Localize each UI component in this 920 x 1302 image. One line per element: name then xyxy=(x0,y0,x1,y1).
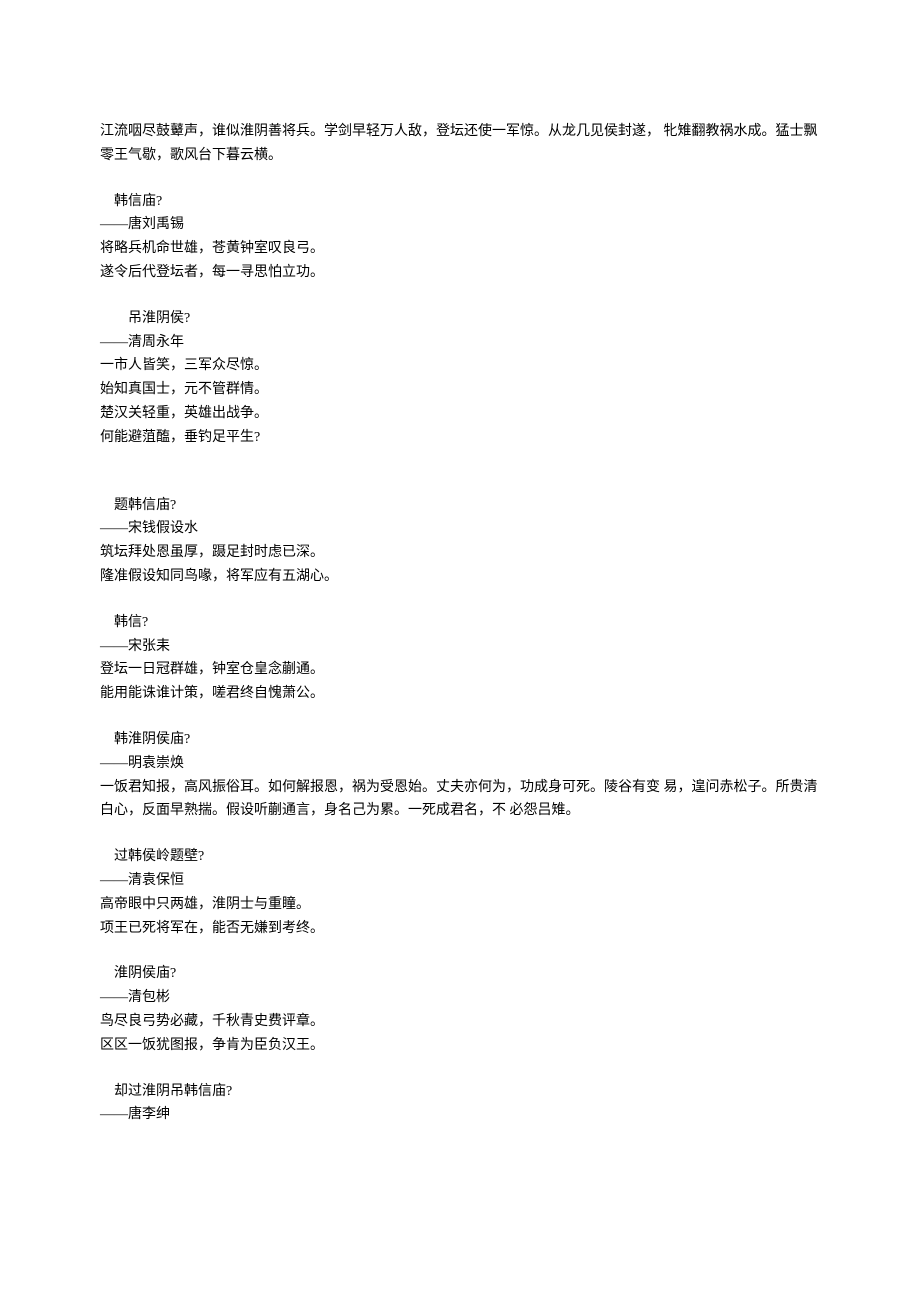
poem-line: 筑坛拜处恩虽厚，蹑足封时虑已深。 xyxy=(100,541,820,565)
poem-author: ——清包彬 xyxy=(100,986,820,1010)
poem-author: ——宋钱假设水 xyxy=(100,517,820,541)
poem-line: 遂令后代登坛者，每一寻思怕立功。 xyxy=(100,261,820,285)
poem-title: 韩信庙? xyxy=(100,190,820,214)
poem-block: 题韩信庙?——宋钱假设水筑坛拜处恩虽厚，蹑足封时虑已深。隆准假设知同鸟喙，将军应… xyxy=(100,494,820,589)
poem-block: 韩信?——宋张耒登坛一日冠群雄，钟室仓皇念蒯通。能用能诛谁计策，嗟君终自愧萧公。 xyxy=(100,611,820,706)
poem-author: ——唐刘禹锡 xyxy=(100,213,820,237)
poem-line: 区区一饭犹图报，争肯为臣负汉王。 xyxy=(100,1034,820,1058)
poem-line: 始知真国士，元不管群情。 xyxy=(100,378,820,402)
poem-title: 淮阴侯庙? xyxy=(100,962,820,986)
poem-line: 一饭君知报，高风振俗耳。如何解报恩，祸为受恩始。丈夫亦何为，功成身可死。陵谷有变… xyxy=(100,776,820,824)
poem-line: 登坛一日冠群雄，钟室仓皇念蒯通。 xyxy=(100,658,820,682)
poem-line: 项王已死将军在，能否无嫌到考终。 xyxy=(100,917,820,941)
poem-author: ——唐李绅 xyxy=(100,1103,820,1127)
intro-paragraph: 江流咽尽鼓鼙声，谁似淮阴善将兵。学剑早轻万人敌，登坛还使一军惊。从龙几见侯封遂，… xyxy=(100,120,820,168)
poem-line: 何能避菹醢，垂钓足平生? xyxy=(100,426,820,450)
poem-title: 韩淮阴侯庙? xyxy=(100,728,820,752)
poem-author: ——清袁保恒 xyxy=(100,869,820,893)
poem-line: 鸟尽良弓势必藏，千秋青史费评章。 xyxy=(100,1010,820,1034)
poem-title: 韩信? xyxy=(100,611,820,635)
poem-line: 隆准假设知同鸟喙，将军应有五湖心。 xyxy=(100,565,820,589)
poem-block: 过韩侯岭题壁?——清袁保恒高帝眼中只两雄，淮阴士与重瞳。项王已死将军在，能否无嫌… xyxy=(100,845,820,940)
poem-line: 一市人皆笑，三军众尽惊。 xyxy=(100,354,820,378)
poems-container: 韩信庙?——唐刘禹锡将略兵机命世雄，苍黄钟室叹良弓。遂令后代登坛者，每一寻思怕立… xyxy=(100,190,820,1128)
poem-line: 楚汉关轻重，英雄出战争。 xyxy=(100,402,820,426)
poem-line: 高帝眼中只两雄，淮阴士与重瞳。 xyxy=(100,893,820,917)
poem-block: 韩淮阴侯庙?——明袁崇焕一饭君知报，高风振俗耳。如何解报恩，祸为受恩始。丈夫亦何… xyxy=(100,728,820,823)
poem-line: 将略兵机命世雄，苍黄钟室叹良弓。 xyxy=(100,237,820,261)
poem-block: 韩信庙?——唐刘禹锡将略兵机命世雄，苍黄钟室叹良弓。遂令后代登坛者，每一寻思怕立… xyxy=(100,190,820,285)
poem-author: ——宋张耒 xyxy=(100,635,820,659)
poem-block: 淮阴侯庙?——清包彬鸟尽良弓势必藏，千秋青史费评章。区区一饭犹图报，争肯为臣负汉… xyxy=(100,962,820,1057)
intro-text: 江流咽尽鼓鼙声，谁似淮阴善将兵。学剑早轻万人敌，登坛还使一军惊。从龙几见侯封遂，… xyxy=(100,124,818,163)
poem-title: 却过淮阴吊韩信庙? xyxy=(100,1080,820,1104)
poem-author: ——清周永年 xyxy=(100,331,820,355)
poem-author: ——明袁崇焕 xyxy=(100,752,820,776)
poem-title: 吊淮阴侯? xyxy=(100,307,820,331)
poem-title: 题韩信庙? xyxy=(100,494,820,518)
poem-block: 却过淮阴吊韩信庙?——唐李绅 xyxy=(100,1080,820,1128)
poem-block: 吊淮阴侯?——清周永年一市人皆笑，三军众尽惊。始知真国士，元不管群情。楚汉关轻重… xyxy=(100,307,820,450)
poem-title: 过韩侯岭题壁? xyxy=(100,845,820,869)
poem-line: 能用能诛谁计策，嗟君终自愧萧公。 xyxy=(100,682,820,706)
